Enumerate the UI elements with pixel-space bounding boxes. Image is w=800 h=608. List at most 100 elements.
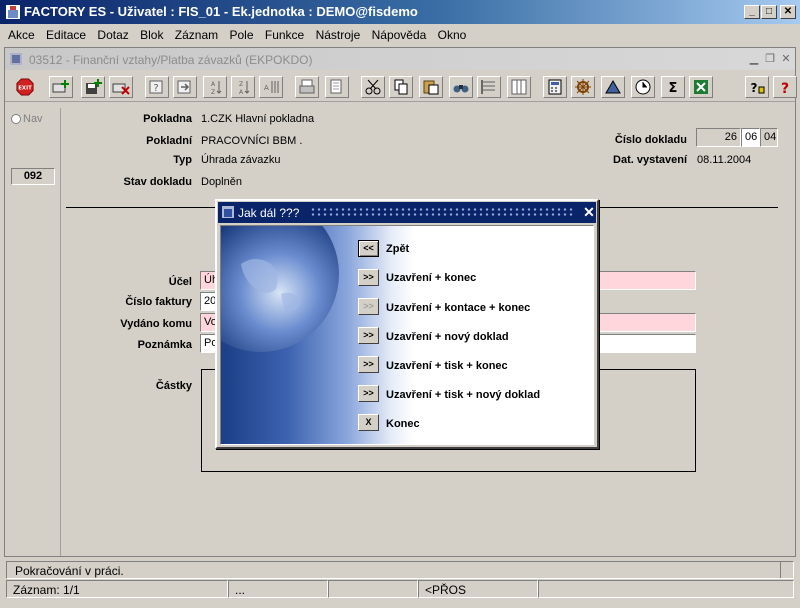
form-minimize-icon[interactable]: ▁ (747, 53, 761, 65)
cislo-faktury-label: Číslo faktury (125, 296, 192, 308)
delete-record-button[interactable] (109, 76, 133, 98)
columns-icon (511, 79, 527, 95)
sort-asc-icon: AZ (211, 81, 222, 96)
window-titlebar: FACTORY ES - Uživatel : FIS_01 - Ek.jedn… (0, 0, 800, 24)
help-button[interactable]: ? (773, 76, 797, 98)
status-message-bar: Pokračování v práci. (6, 561, 794, 579)
form-title: 03512 - Finanční vztahy/Platba závazků (… (29, 53, 313, 67)
dialog-icon (222, 206, 234, 218)
excel-export-button[interactable] (689, 76, 713, 98)
print-icon (299, 79, 315, 94)
uzavreni-kontace-konec-button[interactable]: >> (358, 298, 379, 315)
globe-image (221, 226, 339, 352)
typ-label: Typ (173, 154, 192, 166)
delete-record-icon (112, 83, 130, 95)
sort-multi-icon: A (264, 81, 279, 93)
insert-record-button[interactable] (49, 76, 73, 98)
sort-asc-button[interactable]: AZ (203, 76, 227, 98)
stav-value: Doplněn (201, 176, 242, 188)
nav-panel: Nav 092 (5, 108, 61, 556)
menu-pole[interactable]: Pole (230, 25, 254, 42)
uzavreni-tisk-konec-button[interactable]: >> (358, 356, 379, 373)
svg-text:?: ? (153, 83, 158, 94)
document-button[interactable] (601, 76, 625, 98)
toolbar: EXIT ? AZ ZA A Σ ? ? (5, 74, 797, 102)
konec-button[interactable]: X (358, 414, 379, 431)
stav-label: Stav dokladu (123, 176, 192, 188)
triangle-icon (605, 80, 621, 94)
status-divider (780, 562, 781, 578)
svg-text:Z: Z (239, 81, 243, 88)
wheel-icon (575, 79, 591, 95)
menu-akce[interactable]: Akce (8, 25, 35, 42)
dialog-title-pattern (310, 207, 574, 218)
menu-bar: Akce Editace Dotaz Blok Záznam Pole Funk… (0, 25, 800, 45)
paste-button[interactable] (419, 76, 443, 98)
cislo-dokladu-part2[interactable]: 06 (741, 128, 760, 147)
menu-okno[interactable]: Okno (438, 25, 467, 42)
datum-vystaveni-value: 08.11.2004 (697, 154, 752, 166)
copy-button[interactable] (389, 76, 413, 98)
excel-icon (694, 80, 708, 94)
form-titlebar: 03512 - Finanční vztahy/Platba závazků (… (5, 48, 795, 70)
paste-icon (423, 80, 439, 95)
pokladna-value: 1.CZK Hlavní pokladna (201, 113, 315, 125)
find-button[interactable] (449, 76, 473, 98)
cislo-dokladu-part1[interactable]: 26 (696, 128, 741, 147)
exit-button[interactable]: EXIT (13, 76, 37, 98)
sort-multi-button[interactable]: A (259, 76, 283, 98)
dialog-close-button[interactable]: ✕ (582, 204, 596, 220)
pokladni-value: PRACOVNÍCI BBM . (201, 135, 303, 147)
status-dots: ... (228, 580, 328, 598)
menu-editace[interactable]: Editace (46, 25, 86, 42)
sum-button[interactable]: Σ (661, 76, 685, 98)
uzavreni-konec-button[interactable]: >> (358, 269, 379, 286)
cut-button[interactable] (361, 76, 385, 98)
sort-desc-button[interactable]: ZA (231, 76, 255, 98)
uzavreni-konec-label: Uzavření + konec (386, 272, 477, 284)
calendar-button[interactable] (631, 76, 655, 98)
svg-text:A: A (264, 84, 269, 92)
query-execute-icon (177, 80, 191, 94)
uzavreni-tisk-konec-label: Uzavření + tisk + konec (386, 360, 508, 372)
calculator-button[interactable] (543, 76, 567, 98)
svg-text:Σ: Σ (669, 81, 678, 96)
status-filler (538, 580, 794, 598)
help-pointer-icon: ? (751, 81, 765, 95)
help-context-button[interactable]: ? (745, 76, 769, 98)
form-restore-icon[interactable]: ❐ (763, 53, 777, 65)
minimize-button[interactable]: _ (744, 5, 760, 19)
menu-zaznam[interactable]: Záznam (175, 25, 218, 42)
cislo-dokladu-part3[interactable]: 04 (760, 128, 778, 147)
jak-dal-dialog: Jak dál ??? ✕ << Zpět >> Uzavření + kone… (215, 199, 599, 449)
menu-funkce[interactable]: Funkce (265, 25, 304, 42)
menu-nastroje[interactable]: Nástroje (316, 25, 361, 42)
list-button[interactable] (477, 76, 501, 98)
query-enter-icon: ? (149, 80, 163, 94)
close-button[interactable]: ✕ (780, 5, 796, 19)
binoculars-icon (453, 85, 469, 93)
print-preview-button[interactable] (325, 76, 349, 98)
uzavreni-novy-doklad-button[interactable]: >> (358, 327, 379, 344)
svg-text:EXIT: EXIT (18, 86, 32, 92)
print-button[interactable] (295, 76, 319, 98)
zpet-button[interactable]: << (358, 240, 379, 257)
menu-blok[interactable]: Blok (140, 25, 163, 42)
uzavreni-tisk-novy-doklad-label: Uzavření + tisk + nový doklad (386, 389, 541, 401)
insert-record-icon (52, 80, 69, 93)
konec-label: Konec (386, 418, 420, 430)
menu-dotaz[interactable]: Dotaz (97, 25, 128, 42)
typ-value: Úhrada závazku (201, 154, 281, 166)
nav-radio[interactable] (11, 114, 21, 124)
svg-text:?: ? (751, 81, 758, 95)
navigation-button[interactable] (571, 76, 595, 98)
save-button[interactable] (81, 76, 105, 98)
columns-button[interactable] (507, 76, 531, 98)
query-enter-button[interactable]: ? (145, 76, 169, 98)
query-execute-button[interactable] (173, 76, 197, 98)
maximize-button[interactable]: □ (761, 5, 777, 19)
menu-napoveda[interactable]: Nápověda (372, 25, 427, 42)
form-close-icon[interactable]: ✕ (779, 53, 793, 65)
status-record: Záznam: 1/1 (6, 580, 228, 598)
uzavreni-tisk-novy-doklad-button[interactable]: >> (358, 385, 379, 402)
